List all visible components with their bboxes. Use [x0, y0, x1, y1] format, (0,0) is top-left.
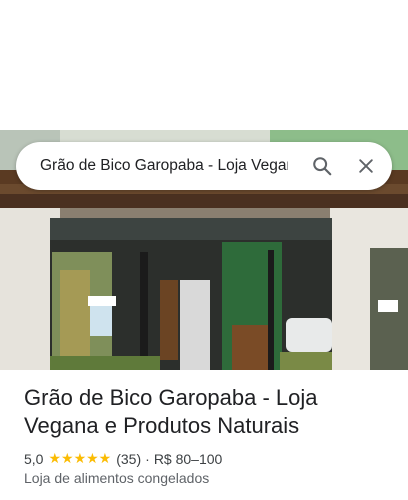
place-info-panel: Grão de Bico Garopaba - Loja Vegana e Pr…	[24, 384, 392, 486]
place-category: Loja de alimentos congelados	[24, 470, 210, 486]
rating-value: 5,0	[24, 450, 44, 467]
map-blank-area	[0, 0, 408, 130]
place-title: Grão de Bico Garopaba - Loja Vegana e Pr…	[24, 385, 318, 438]
rating-row: 5,0 ★★★★★ (35) · R$ 80–100	[24, 450, 392, 467]
close-button[interactable]	[346, 146, 386, 186]
separator-dot: ·	[145, 450, 150, 467]
search-icon	[313, 157, 332, 176]
review-count[interactable]: (35)	[116, 451, 141, 467]
price-range: R$ 80–100	[153, 450, 223, 467]
close-icon	[359, 159, 373, 173]
star-rating-icon: ★★★★★	[48, 450, 112, 466]
search-button[interactable]	[302, 146, 342, 186]
search-input[interactable]: Grão de Bico Garopaba - Loja Vegana e Pr…	[40, 157, 288, 175]
search-bar[interactable]: Grão de Bico Garopaba - Loja Vegana e Pr…	[16, 142, 392, 190]
